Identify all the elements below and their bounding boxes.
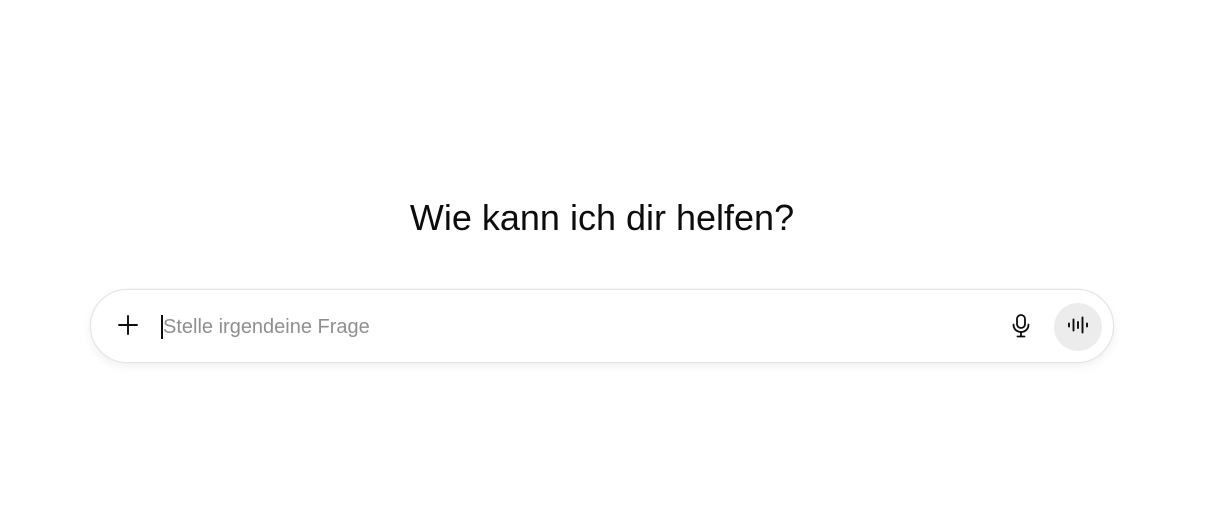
add-attachment-button[interactable] (111, 310, 145, 344)
voice-waveform-icon (1067, 315, 1089, 340)
prompt-input[interactable] (163, 312, 993, 342)
page-title: Wie kann ich dir helfen? (409, 197, 795, 238)
prompt-composer (90, 289, 1114, 363)
dictate-button[interactable] (1004, 311, 1038, 345)
microphone-icon (1010, 313, 1032, 344)
prompt-input-wrapper (161, 312, 1001, 342)
page: Wie kann ich dir helfen? (0, 0, 1232, 506)
voice-mode-button[interactable] (1054, 303, 1102, 351)
plus-icon (117, 314, 139, 341)
